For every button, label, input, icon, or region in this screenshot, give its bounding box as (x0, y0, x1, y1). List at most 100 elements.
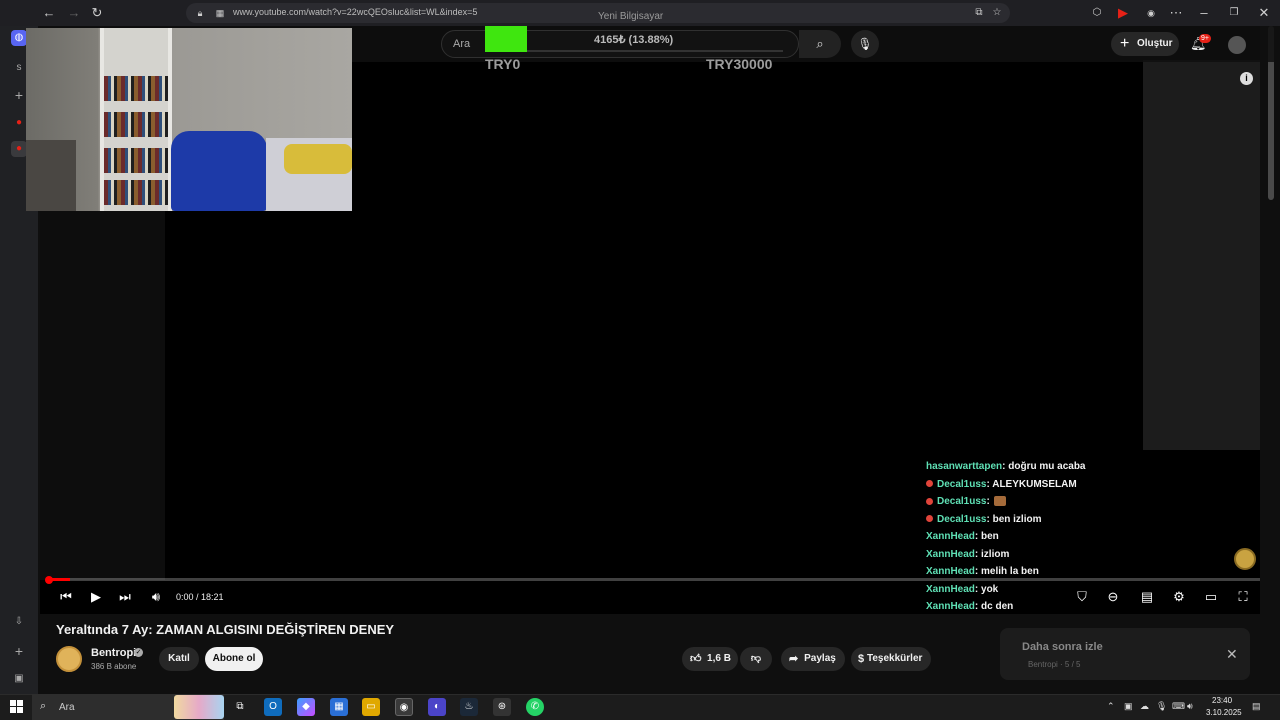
file-explorer-icon[interactable]: ▭ (362, 698, 380, 716)
chat-username: XannHead (926, 601, 975, 612)
page-info-icon[interactable]: ▦ (212, 5, 228, 21)
chat-text: : (986, 496, 990, 507)
theater-mode-icon[interactable]: ▭ (1203, 589, 1219, 605)
taskbar-search-placeholder: Ara (59, 702, 75, 713)
add-panel-icon[interactable]: + (11, 643, 27, 659)
subscribe-button[interactable]: Abone ol (205, 647, 263, 671)
extension-icon[interactable]: ⬡ (1089, 5, 1105, 21)
tray-volume-icon[interactable]: 🔊︎ (1187, 701, 1193, 712)
chat-username: Decal1uss (937, 513, 987, 525)
lock-icon[interactable]: 🔒︎ (192, 5, 208, 21)
chat-message: XannHead: melih la ben (926, 566, 1039, 577)
taskbar-clock-time[interactable]: 23:40 (1212, 696, 1232, 705)
chat-text: : doğru mu acaba (1002, 461, 1086, 472)
create-plus-icon: + (1120, 35, 1130, 52)
thumbs-up-icon: 👍︎ (690, 653, 702, 665)
subscriber-count: 386 B abone (91, 662, 137, 671)
taskbar-search-icon: ⌕ (40, 700, 47, 712)
sidebar-letter-icon[interactable]: s (11, 60, 27, 76)
search-icon[interactable]: ⌕ (799, 30, 841, 58)
discord-icon[interactable]: ◍ (11, 30, 27, 46)
download-icon[interactable]: ⇩ (11, 614, 27, 630)
recorder-icon[interactable]: ⊛ (493, 698, 511, 716)
steam-icon[interactable]: ♨ (460, 698, 478, 716)
time-display: 0:00 / 18:21 (176, 592, 224, 602)
video-title: Yeraltında 7 Ay: ZAMAN ALGISINI DEĞİŞTİR… (56, 622, 395, 637)
tray-app-icon[interactable]: ▣ (1124, 701, 1133, 712)
donation-goal-fill (485, 26, 527, 52)
reload-icon[interactable]: ↻ (89, 5, 105, 21)
window-title: Yeni Bilgisayar (598, 11, 664, 22)
bookmark-icon[interactable]: ☆ (989, 5, 1005, 21)
menu-dots-icon[interactable]: ⋯ (1168, 5, 1184, 21)
autoplay-toggle-icon[interactable]: ⊖ (1101, 589, 1125, 605)
account-avatar[interactable] (1228, 36, 1246, 54)
chat-username: Decal1uss (937, 496, 987, 507)
sidebar-toggle-icon[interactable]: ▣ (11, 671, 27, 687)
youtube-extension-icon[interactable]: ▶ (1115, 5, 1131, 21)
youtube-badge-icon (926, 497, 933, 505)
chat-text: : melih la ben (974, 566, 1039, 577)
thanks-button[interactable]: $ Teşekkürler (851, 647, 931, 671)
microphone-icon[interactable]: 🎙︎ (851, 30, 879, 58)
settings-gear-icon[interactable]: ⚙ (1171, 589, 1187, 605)
chat-message: hasanwarttapen: doğru mu acaba (926, 461, 1086, 472)
thanks-dollar-icon: $ (858, 653, 865, 665)
maximize-icon[interactable]: ❐ (1226, 5, 1242, 21)
tray-cloud-icon[interactable]: ☁ (1140, 701, 1149, 712)
volume-icon[interactable]: 🔊︎ (148, 589, 164, 605)
minimize-icon[interactable]: – (1196, 5, 1212, 21)
like-button[interactable]: 👍︎ 1,6 B (682, 647, 738, 671)
browser-app-icon[interactable]: ◐ (428, 698, 446, 716)
whatsapp-icon[interactable]: ✆ (526, 698, 544, 716)
outlook-icon[interactable]: O (264, 698, 282, 716)
screen-share-icon[interactable]: ⧉ (971, 5, 987, 21)
copilot-icon[interactable]: ◆ (297, 698, 315, 716)
shelf-books (104, 76, 168, 101)
obs-icon[interactable]: ◉ (395, 698, 413, 716)
notification-center-icon[interactable]: ▤ (1252, 701, 1261, 712)
forward-arrow-icon[interactable]: → (66, 5, 82, 21)
like-count: 1,6 B (707, 653, 731, 664)
share-button[interactable]: ➦ Paylaş (781, 647, 845, 671)
store-icon[interactable]: ▦ (330, 698, 348, 716)
playlist-title: Daha sonra izle (1022, 641, 1103, 653)
goal-end-label: TRY30000 (706, 56, 773, 72)
thumbs-down-icon: 👎︎ (750, 653, 762, 664)
playlist-panel[interactable] (1000, 628, 1250, 680)
windows-start-icon[interactable] (10, 700, 23, 713)
progress-scrubber-handle[interactable] (45, 576, 53, 584)
info-icon[interactable]: i (1240, 72, 1253, 85)
youtube-badge-icon (926, 515, 933, 523)
dislike-button[interactable]: 👎︎ (740, 647, 772, 671)
goal-start-label: TRY0 (485, 56, 521, 72)
taskbar-clock-date[interactable]: 3.10.2025 (1206, 708, 1242, 717)
channel-avatar[interactable] (56, 646, 82, 672)
play-icon[interactable]: ▶ (88, 589, 104, 605)
search-highlight-image (174, 695, 224, 719)
previous-icon[interactable]: ⏮ (58, 589, 74, 605)
webcam-desk (26, 140, 76, 211)
join-button[interactable]: Katıl (159, 647, 199, 671)
close-window-icon[interactable]: ✕ (1256, 5, 1272, 21)
profile-icon[interactable]: ◉ (1143, 5, 1159, 21)
shield-icon[interactable]: ⛉ (1074, 589, 1090, 605)
tray-chevron-icon[interactable]: ⌃ (1107, 701, 1115, 712)
chat-text: : ALEYKUMSELAM (986, 478, 1077, 490)
back-arrow-icon[interactable]: ← (41, 5, 57, 21)
tray-network-icon[interactable]: ⌨ (1172, 701, 1185, 712)
close-icon[interactable]: ✕ (1226, 646, 1238, 663)
subtitles-icon[interactable]: ▤ (1139, 589, 1155, 605)
add-icon[interactable]: + (11, 87, 27, 103)
channel-name[interactable]: Bentropi (91, 647, 136, 659)
youtube-active-tab-icon[interactable]: ● (11, 141, 27, 157)
task-view-icon[interactable]: ⧉ (231, 698, 249, 716)
chat-message: XannHead: izliom (926, 549, 1009, 560)
youtube-tab-icon[interactable]: ● (11, 115, 27, 131)
chat-message: Decal1uss: ben izliom (926, 514, 1041, 525)
next-icon[interactable]: ⏭ (117, 589, 133, 605)
chat-username: XannHead (926, 566, 975, 577)
fullscreen-icon[interactable]: ⛶ (1235, 589, 1251, 605)
progress-bar[interactable] (48, 578, 1260, 581)
tray-mic-icon[interactable]: 🎙︎ (1156, 701, 1167, 712)
